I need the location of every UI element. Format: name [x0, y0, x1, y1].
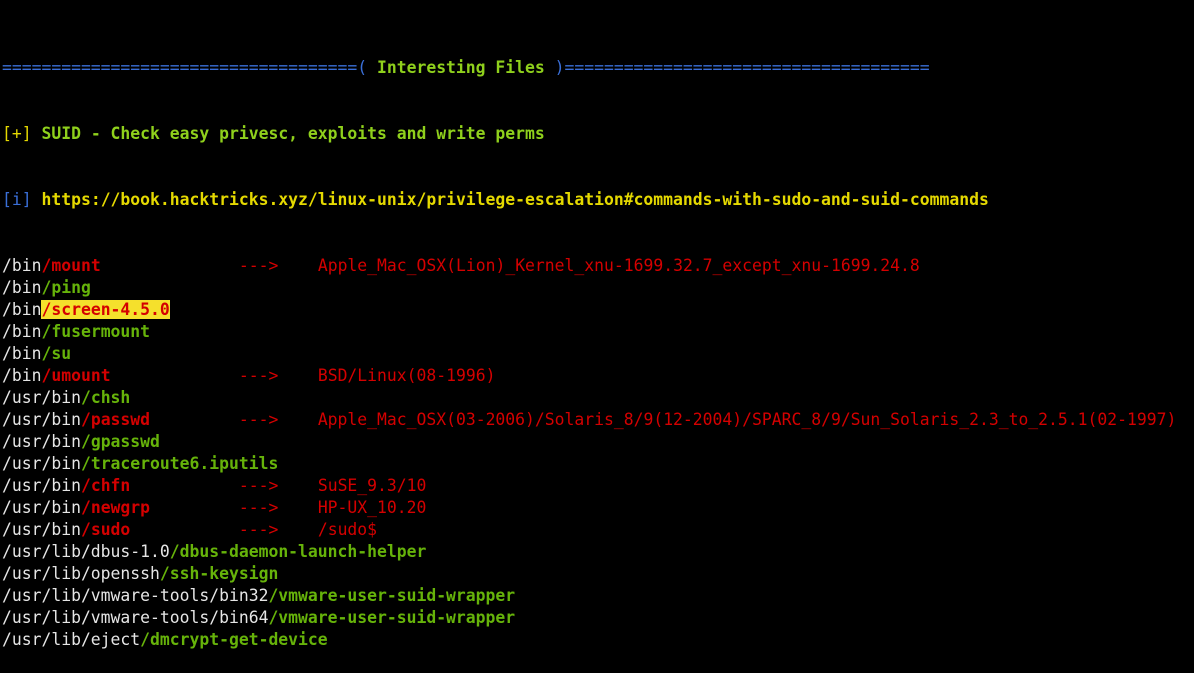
entry-binary-name: /chfn: [80, 476, 131, 495]
suid-entry-row: /usr/bin/traceroute6.iputils: [2, 453, 1194, 475]
suid-entry-row: /usr/bin/sudo ---> /sudo$: [2, 519, 1194, 541]
entry-binary-name: /vmware-user-suid-wrapper: [268, 586, 516, 605]
entry-directory: /bin: [2, 278, 42, 297]
suid-entry-row: /usr/bin/newgrp ---> HP-UX_10.20: [2, 497, 1194, 519]
entry-binary-name: /ssh-keysign: [159, 564, 279, 583]
suid-entry-row: /usr/bin/chsh: [2, 387, 1194, 409]
suid-entry-row: /usr/lib/vmware-tools/bin32/vmware-user-…: [2, 585, 1194, 607]
suid-entry-row: /usr/bin/chfn ---> SuSE_9.3/10: [2, 475, 1194, 497]
exploit-arrow: --->: [238, 476, 279, 495]
banner-left-rule: ====================================(: [2, 58, 377, 77]
suid-entry-row: /usr/lib/vmware-tools/bin64/vmware-user-…: [2, 607, 1194, 629]
exploit-arrow: --->: [238, 256, 279, 275]
suid-entry-row: /bin/fusermount: [2, 321, 1194, 343]
entry-directory: /usr/lib/vmware-tools/bin32: [2, 586, 269, 605]
entry-binary-name: /chsh: [80, 388, 131, 407]
entry-directory: /usr/bin: [2, 454, 81, 473]
exploit-reference: Apple_Mac_OSX(Lion)_Kernel_xnu-1699.32.7…: [317, 256, 920, 275]
suid-entry-row: /usr/lib/openssh/ssh-keysign: [2, 563, 1194, 585]
entry-directory: /usr/lib/eject: [2, 630, 141, 649]
banner-right-rule: )=====================================: [544, 58, 930, 77]
banner-title: Interesting Files: [376, 58, 545, 77]
entry-binary-name: /dmcrypt-get-device: [140, 630, 328, 649]
entry-binary-name: /fusermount: [41, 322, 151, 341]
suid-entry-row: /bin/mount ---> Apple_Mac_OSX(Lion)_Kern…: [2, 255, 1194, 277]
entry-binary-name: /dbus-daemon-launch-helper: [169, 542, 427, 561]
suid-entry-row: /usr/lib/eject/dmcrypt-get-device: [2, 629, 1194, 651]
entry-directory: /bin: [2, 366, 42, 385]
terminal-window[interactable]: ====================================( In…: [0, 0, 1194, 649]
exploit-reference: HP-UX_10.20: [317, 498, 427, 517]
section-heading: [+] SUID - Check easy privesc, exploits …: [2, 123, 1194, 145]
suid-file-list: /bin/mount ---> Apple_Mac_OSX(Lion)_Kern…: [2, 255, 1194, 651]
suid-entry-row: /bin/umount ---> BSD/Linux(08-1996): [2, 365, 1194, 387]
info-line: [i] https://book.hacktricks.xyz/linux-un…: [2, 189, 1194, 211]
suid-entry-row: /usr/lib/dbus-1.0/dbus-daemon-launch-hel…: [2, 541, 1194, 563]
entry-directory: /usr/bin: [2, 498, 81, 517]
suid-entry-row: /bin/ping: [2, 277, 1194, 299]
entry-directory: /usr/lib/vmware-tools/bin64: [2, 608, 269, 627]
entry-binary-name: /sudo: [80, 520, 131, 539]
exploit-arrow: --->: [238, 498, 279, 517]
suid-entry-row: /bin/screen-4.5.0: [2, 299, 1194, 321]
entry-binary-name: /vmware-user-suid-wrapper: [268, 608, 516, 627]
entry-directory: /usr/lib/openssh: [2, 564, 160, 583]
entry-binary-name: /umount: [41, 366, 111, 385]
entry-directory: /usr/bin: [2, 520, 81, 539]
info-tag: [i]: [2, 190, 32, 209]
suid-entry-row: /bin/su: [2, 343, 1194, 365]
hacktricks-link[interactable]: https://book.hacktricks.xyz/linux-unix/p…: [41, 190, 988, 209]
heading-text: SUID - Check easy privesc, exploits and …: [41, 124, 545, 143]
entry-directory: /bin: [2, 300, 42, 319]
entry-binary-name: /screen-4.5.0: [41, 300, 170, 319]
suid-entry-row: /usr/bin/gpasswd: [2, 431, 1194, 453]
exploit-arrow: --->: [238, 410, 279, 429]
entry-binary-name: /mount: [41, 256, 101, 275]
entry-directory: /bin: [2, 344, 42, 363]
entry-directory: /usr/lib/dbus-1.0: [2, 542, 170, 561]
exploit-reference: SuSE_9.3/10: [317, 476, 427, 495]
entry-binary-name: /su: [41, 344, 72, 363]
entry-binary-name: /traceroute6.iputils: [80, 454, 279, 473]
exploit-reference: Apple_Mac_OSX(03-2006)/Solaris_8/9(12-20…: [317, 410, 1177, 429]
exploit-arrow: --->: [238, 520, 279, 539]
exploit-arrow: --->: [238, 366, 279, 385]
entry-directory: /usr/bin: [2, 410, 81, 429]
section-banner: ====================================( In…: [2, 57, 1194, 79]
entry-directory: /bin: [2, 256, 42, 275]
entry-binary-name: /gpasswd: [80, 432, 160, 451]
exploit-reference: /sudo$: [317, 520, 378, 539]
entry-binary-name: /newgrp: [80, 498, 151, 517]
entry-directory: /usr/bin: [2, 388, 81, 407]
entry-binary-name: /passwd: [80, 410, 151, 429]
entry-directory: /usr/bin: [2, 476, 81, 495]
heading-tag: [+]: [2, 124, 32, 143]
entry-directory: /usr/bin: [2, 432, 81, 451]
entry-directory: /bin: [2, 322, 42, 341]
entry-binary-name: /ping: [41, 278, 91, 297]
suid-entry-row: /usr/bin/passwd ---> Apple_Mac_OSX(03-20…: [2, 409, 1194, 431]
exploit-reference: BSD/Linux(08-1996): [317, 366, 496, 385]
